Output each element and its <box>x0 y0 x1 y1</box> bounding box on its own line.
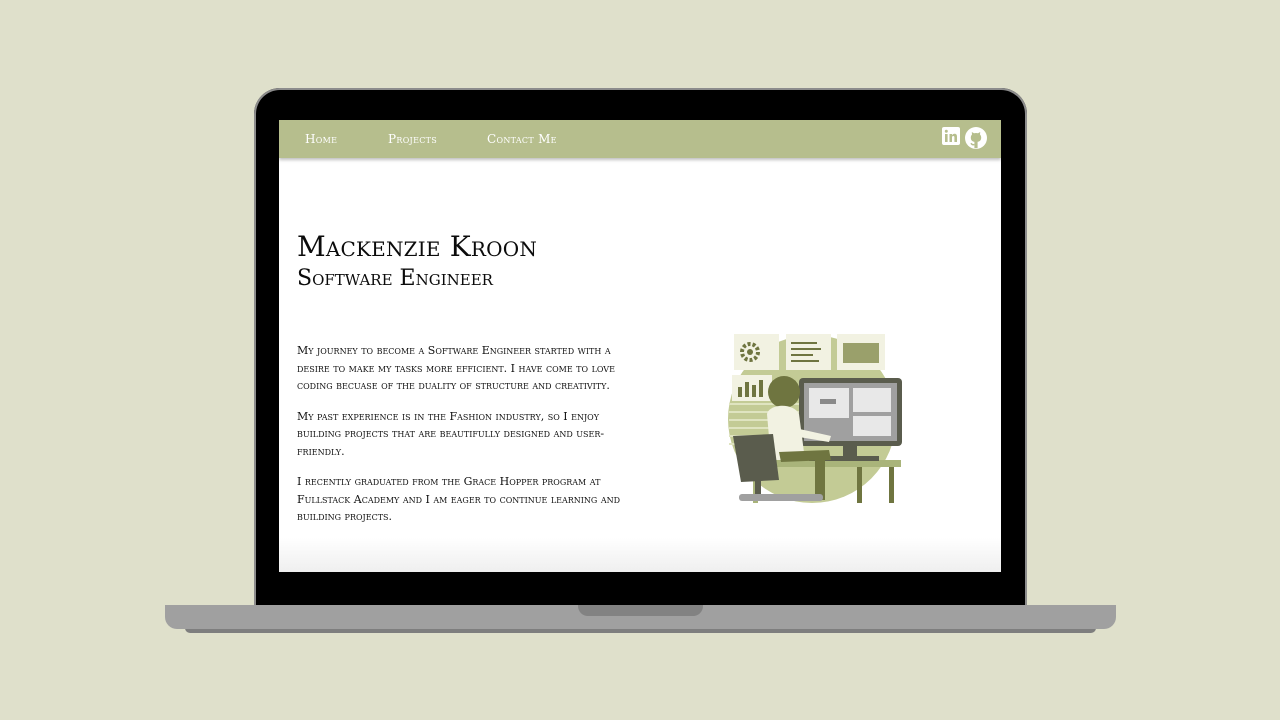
github-icon[interactable] <box>965 127 987 149</box>
hero-title: Software Engineer <box>297 266 493 291</box>
linkedin-icon[interactable] <box>942 127 960 145</box>
laptop-screen: Home Projects Contact Me Mackenzie Kroon… <box>279 120 1001 572</box>
developer-at-desk-illustration <box>728 334 902 503</box>
about-paragraph: My past experience is in the Fashion ind… <box>297 409 605 458</box>
navbar: Home Projects Contact Me <box>279 120 1001 158</box>
social-links <box>942 127 987 149</box>
screen-fade <box>279 538 1001 572</box>
nav-link-contact[interactable]: Contact Me <box>487 132 557 146</box>
hero-name: Mackenzie Kroon <box>297 230 538 263</box>
about-paragraph: I recently graduated from the Grace Hopp… <box>297 475 621 523</box>
about-section: My journey to become a Software Engineer… <box>297 342 642 539</box>
about-paragraph: My journey to become a Software Engineer… <box>297 344 615 392</box>
laptop-notch <box>578 605 703 616</box>
nav-link-projects[interactable]: Projects <box>388 132 437 146</box>
nav-link-home[interactable]: Home <box>305 132 337 146</box>
